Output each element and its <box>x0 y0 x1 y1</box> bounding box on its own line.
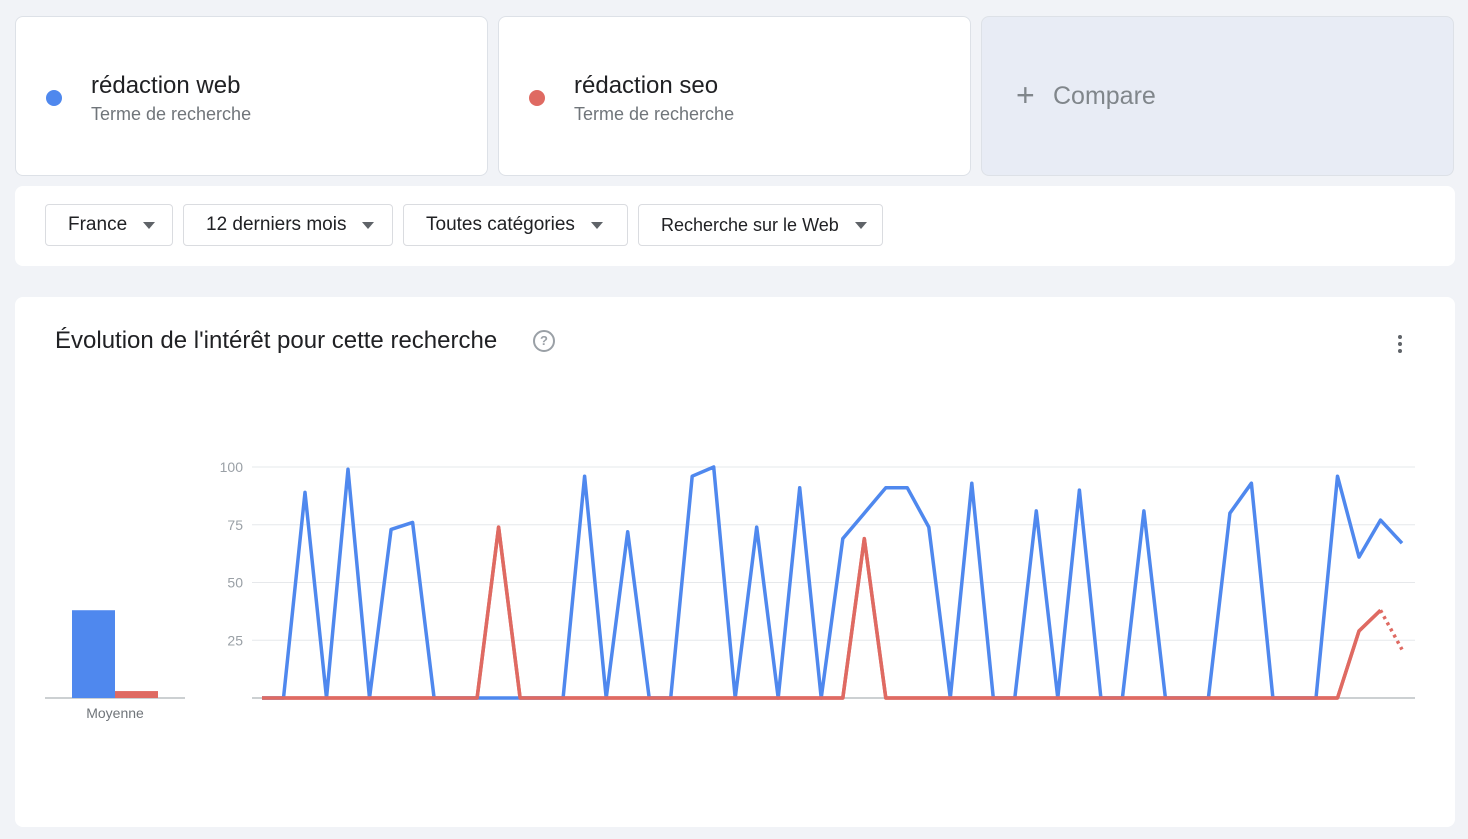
term-name[interactable]: rédaction web <box>91 72 240 100</box>
filter-period[interactable]: 12 derniers mois <box>183 204 393 246</box>
y-tick-label: 75 <box>227 517 243 533</box>
series-line-partial <box>1378 609 1404 651</box>
term-name[interactable]: rédaction seo <box>574 72 718 100</box>
filter-category[interactable]: Toutes catégories <box>403 204 628 246</box>
series-color-dot <box>46 90 62 106</box>
plus-icon: + <box>1016 77 1035 113</box>
compare-button[interactable]: + Compare <box>981 16 1454 176</box>
caret-down-icon <box>362 221 375 229</box>
average-bar <box>72 610 115 698</box>
chart-area: Moyenne 25 50 75 100 <box>45 459 1415 721</box>
bar-xlabel: Moyenne <box>86 705 144 721</box>
interest-over-time-card: Évolution de l'intérêt pour cette recher… <box>15 297 1455 827</box>
filter-label: France <box>68 214 128 235</box>
term-card-redaction-seo[interactable]: rédaction seo Terme de recherche <box>498 16 971 176</box>
filter-label: Recherche sur le Web <box>661 214 839 235</box>
filter-country[interactable]: France <box>45 204 173 246</box>
y-tick-label: 100 <box>220 459 244 475</box>
average-bar <box>115 691 158 698</box>
y-tick-label: 25 <box>227 632 243 648</box>
caret-down-icon <box>143 221 156 229</box>
filter-search-type[interactable]: Recherche sur le Web <box>638 204 883 246</box>
series-color-dot <box>529 90 545 106</box>
y-tick-label: 50 <box>227 575 243 591</box>
term-type: Terme de recherche <box>91 104 252 124</box>
term-type: Terme de recherche <box>574 104 735 124</box>
filter-label: Toutes catégories <box>426 214 575 235</box>
caret-down-icon <box>590 221 603 229</box>
filter-bar: France 12 derniers mois Toutes catégorie… <box>15 186 1455 266</box>
compare-label: Compare <box>1053 82 1156 110</box>
caret-down-icon <box>854 221 867 229</box>
term-card-redaction-web[interactable]: rédaction web Terme de recherche <box>15 16 488 176</box>
filter-label: 12 derniers mois <box>206 214 347 235</box>
